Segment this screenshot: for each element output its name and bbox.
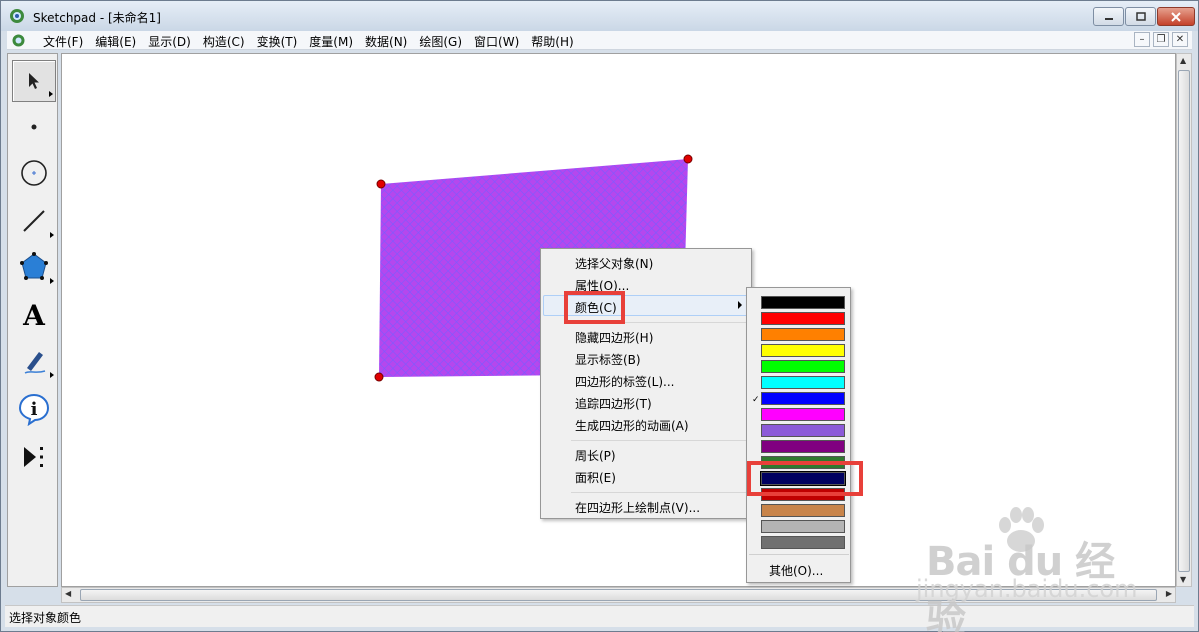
close-icon: ✕ bbox=[1175, 34, 1185, 45]
color-swatch[interactable] bbox=[761, 440, 845, 453]
menu-item-animate[interactable]: 生成四边形的动画(A) bbox=[575, 417, 689, 434]
toolbox: A i bbox=[7, 53, 58, 587]
horizontal-scroll-thumb[interactable] bbox=[80, 589, 1157, 601]
menu-data[interactable]: 数据(N) bbox=[359, 32, 413, 51]
menu-item-label[interactable]: 四边形的标签(L)... bbox=[575, 373, 675, 390]
horizontal-scrollbar[interactable]: ◀ ▶ bbox=[61, 587, 1176, 603]
info-glyph: i bbox=[31, 399, 38, 420]
status-text: 选择对象颜色 bbox=[9, 611, 82, 625]
menu-edit[interactable]: 编辑(E) bbox=[89, 32, 142, 51]
arrow-select-tool[interactable] bbox=[12, 60, 56, 102]
restore-icon: ❐ bbox=[1156, 34, 1166, 45]
color-swatch[interactable] bbox=[761, 344, 845, 357]
menu-construct[interactable]: 构造(C) bbox=[197, 32, 251, 51]
segment-icon bbox=[23, 210, 45, 232]
information-tool[interactable]: i bbox=[12, 388, 56, 430]
menu-measure[interactable]: 度量(M) bbox=[303, 32, 359, 51]
color-swatch[interactable] bbox=[761, 328, 845, 341]
maximize-button[interactable] bbox=[1125, 7, 1156, 26]
marker-tool[interactable] bbox=[12, 340, 56, 382]
color-swatch[interactable] bbox=[761, 520, 845, 533]
vertical-scroll-thumb[interactable] bbox=[1178, 70, 1190, 572]
submenu-arrow-icon bbox=[50, 372, 54, 378]
submenu-arrow-icon bbox=[50, 278, 54, 284]
compass-tool[interactable] bbox=[12, 152, 56, 194]
minimize-button[interactable] bbox=[1093, 7, 1124, 26]
title-bar: Sketchpad - [未命名1] bbox=[1, 1, 1198, 31]
sketchpad-window: Sketchpad - [未命名1] 文件(F) 编辑(E) 显示(D) 构造(… bbox=[0, 0, 1199, 632]
color-swatch[interactable] bbox=[761, 376, 845, 389]
menu-divider bbox=[749, 554, 849, 555]
checkmark-icon: ✓ bbox=[752, 395, 760, 405]
menu-item-show-label[interactable]: 显示标签(B) bbox=[575, 351, 641, 368]
arrow-icon bbox=[29, 73, 39, 89]
custom-tool-icon bbox=[24, 447, 43, 467]
color-swatch[interactable] bbox=[761, 536, 845, 549]
menu-item-trace[interactable]: 追踪四边形(T) bbox=[575, 395, 652, 412]
context-menu: 选择父对象(N) 属性(O)... 颜色(C) 隐藏四边形(H) 显示标签(B)… bbox=[540, 248, 752, 519]
polygon-tool[interactable] bbox=[12, 246, 56, 288]
menu-graph[interactable]: 绘图(G) bbox=[413, 32, 468, 51]
color-swatch[interactable] bbox=[761, 312, 845, 325]
menu-divider bbox=[571, 492, 749, 493]
vertex-point[interactable] bbox=[376, 179, 386, 189]
submenu-arrow-icon bbox=[50, 232, 54, 238]
submenu-arrow-icon bbox=[738, 301, 742, 309]
scroll-up-icon[interactable]: ▲ bbox=[1180, 56, 1186, 65]
minimize-icon: – bbox=[1139, 34, 1145, 45]
menu-bar: 文件(F) 编辑(E) 显示(D) 构造(C) 变换(T) 度量(M) 数据(N… bbox=[7, 31, 1192, 50]
straightedge-tool[interactable] bbox=[12, 200, 56, 242]
vertex-point[interactable] bbox=[683, 154, 693, 164]
sketchpad-app-icon bbox=[10, 9, 24, 23]
menu-display[interactable]: 显示(D) bbox=[142, 32, 197, 51]
color-swatch[interactable] bbox=[761, 408, 845, 421]
color-swatch[interactable] bbox=[761, 504, 845, 517]
minimize-icon bbox=[1104, 17, 1113, 20]
color-swatch[interactable] bbox=[761, 360, 845, 373]
submenu-arrow-icon bbox=[49, 91, 53, 97]
text-tool[interactable]: A bbox=[12, 294, 56, 336]
vertical-scrollbar[interactable]: ▲ ▼ bbox=[1176, 53, 1192, 587]
annotation-highlight-navy-swatch bbox=[747, 461, 863, 496]
vertex-point[interactable] bbox=[374, 372, 384, 382]
scroll-left-icon[interactable]: ◀ bbox=[65, 589, 71, 598]
doc-restore-button[interactable]: ❐ bbox=[1153, 32, 1169, 47]
menu-item-plot-point[interactable]: 在四边形上绘制点(V)... bbox=[575, 499, 700, 516]
scroll-right-icon[interactable]: ▶ bbox=[1166, 589, 1172, 598]
menu-item-other-color[interactable]: 其他(O)... bbox=[769, 562, 823, 579]
info-icon: i bbox=[18, 393, 50, 426]
scroll-down-icon[interactable]: ▼ bbox=[1180, 575, 1186, 584]
menu-window[interactable]: 窗口(W) bbox=[468, 32, 525, 51]
annotation-highlight-color-item bbox=[564, 291, 625, 324]
close-button[interactable] bbox=[1157, 7, 1195, 26]
menu-transform[interactable]: 变换(T) bbox=[251, 32, 304, 51]
doc-close-button[interactable]: ✕ bbox=[1172, 32, 1188, 47]
color-swatch[interactable] bbox=[761, 424, 845, 437]
menu-item-perimeter[interactable]: 周长(P) bbox=[575, 447, 616, 464]
menu-divider bbox=[571, 440, 749, 441]
menu-help[interactable]: 帮助(H) bbox=[525, 32, 579, 51]
pentagon-icon bbox=[20, 252, 48, 280]
point-tool[interactable] bbox=[12, 106, 56, 148]
color-swatch[interactable] bbox=[761, 296, 845, 309]
menu-item-area[interactable]: 面积(E) bbox=[575, 469, 616, 486]
color-swatch[interactable] bbox=[761, 392, 845, 405]
menu-item-hide[interactable]: 隐藏四边形(H) bbox=[575, 329, 653, 346]
circle-icon bbox=[21, 160, 47, 186]
menu-file[interactable]: 文件(F) bbox=[37, 32, 89, 51]
point-icon bbox=[31, 124, 37, 130]
color-submenu: ✓ 其他(O)... bbox=[746, 287, 851, 583]
marker-pen-icon bbox=[24, 352, 46, 374]
document-icon[interactable] bbox=[11, 33, 26, 48]
close-icon bbox=[1171, 11, 1181, 22]
status-bar: 选择对象颜色 bbox=[5, 605, 1194, 627]
custom-tool[interactable] bbox=[12, 436, 56, 478]
menu-item-select-parents[interactable]: 选择父对象(N) bbox=[575, 255, 653, 272]
text-A-icon: A bbox=[23, 298, 45, 332]
window-title: Sketchpad - [未命名1] bbox=[33, 11, 161, 25]
maximize-icon bbox=[1135, 11, 1146, 21]
doc-minimize-button[interactable]: – bbox=[1134, 32, 1150, 47]
